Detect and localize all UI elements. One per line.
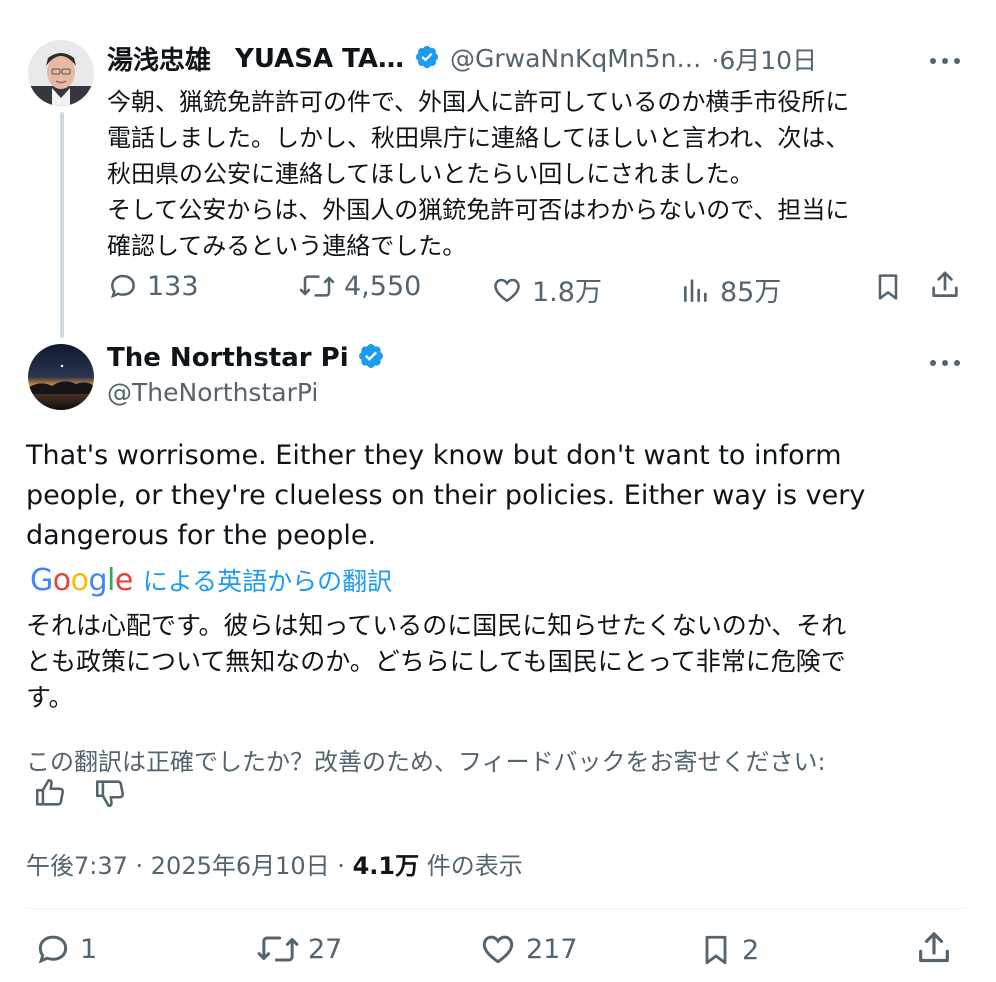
tweet1-author-name-latin[interactable]: YUASA TA… <box>235 44 404 74</box>
tweet2-bookmark-count: 2 <box>742 934 760 966</box>
tweet2-text-line: That's worrisome. Either they know but d… <box>26 440 842 471</box>
tweet2-retweet-count: 27 <box>308 933 343 965</box>
tweet1-views-button[interactable]: 85万 <box>680 270 781 309</box>
tweet1-author-name[interactable]: 湯浅忠雄 <box>107 40 211 77</box>
tweet2-retweet-button[interactable]: 27 <box>256 930 342 968</box>
tweet2-timestamp[interactable]: 午後7:37 · 2025年6月10日 · 4.1万 件の表示 <box>26 846 523 881</box>
translated-by-link[interactable]: による英語からの翻訳 <box>143 562 392 598</box>
tweet1-reply-count: 133 <box>147 270 199 302</box>
tweet1-date[interactable]: ·6月10日 <box>711 41 817 77</box>
translation-line: とも政策について無知なのか。どちらにしても国民にとって非常に危険で <box>26 647 846 676</box>
heart-icon <box>494 278 520 302</box>
retweet-arrows-icon <box>257 936 299 962</box>
tweet1-text-line: 今朝、猟銃免許許可の件で、外国人に許可しているのか横手市役所に <box>107 88 850 116</box>
tweet1-reply-button[interactable]: 133 <box>107 270 199 302</box>
google-logo: Google <box>30 562 133 598</box>
view-count-suffix: 件の表示 <box>426 852 523 880</box>
reply-bubble-icon <box>38 935 68 964</box>
divider <box>26 908 966 909</box>
bar-chart-icon <box>684 278 707 302</box>
thumbs-up-icon[interactable] <box>32 776 68 814</box>
tweet2-author-name[interactable]: The Northstar Pi <box>107 343 349 373</box>
tweet1-text-line: 電話しました。しかし、秋田県庁に連絡してほしいと言われ、次は、 <box>107 124 850 152</box>
bookmark-icon <box>705 935 727 965</box>
tweet1-share-button[interactable] <box>928 268 962 302</box>
translation-line: それは心配です。彼らは知っているのに国民に知らせたくないのか、それ <box>26 611 847 640</box>
timestamp-date: 午後7:37 · 2025年6月10日 · <box>26 852 345 880</box>
reply-bubble-icon <box>111 274 135 299</box>
tweet2-reply-button[interactable]: 1 <box>34 930 97 968</box>
translation-line: す。 <box>26 683 74 712</box>
tweet1-text-line: 確認してみるという連絡でした。 <box>107 232 467 260</box>
tweet2-body: That's worrisome. Either they know but d… <box>26 436 976 556</box>
view-count: 4.1万 <box>352 852 420 880</box>
tweet2-like-count: 217 <box>526 933 578 965</box>
tweet1-retweet-button[interactable]: 4,550 <box>298 270 421 302</box>
retweet-arrows-icon <box>299 275 335 297</box>
bookmark-icon <box>878 274 898 300</box>
verified-badge-icon <box>357 342 385 374</box>
tweet1-handle[interactable]: @GrwaNnKqMn5n… <box>450 44 701 73</box>
tweet2-header: The Northstar Pi <box>107 342 385 374</box>
tweet1-avatar[interactable] <box>28 40 94 106</box>
tweet2-share-button[interactable] <box>914 928 954 968</box>
tweet2-reply-count: 1 <box>80 933 98 965</box>
google-translate-attribution[interactable]: Google による英語からの翻訳 <box>30 562 392 598</box>
tweet1-retweet-count: 4,550 <box>344 270 422 302</box>
verified-badge-icon <box>414 44 440 74</box>
share-upload-icon <box>932 271 958 297</box>
tweet1-like-button[interactable]: 1.8万 <box>490 270 602 309</box>
tweet2-like-button[interactable]: 217 <box>478 930 578 968</box>
thread-connector-line <box>60 112 64 338</box>
tweet2-avatar[interactable] <box>28 344 94 410</box>
tweet2-text-line: people, or they're clueless on their pol… <box>26 480 866 511</box>
thumbs-down-icon[interactable] <box>92 776 128 814</box>
translated-text: それは心配です。彼らは知っているのに国民に知らせたくないのか、それ とも政策につ… <box>26 608 976 716</box>
tweet1-text-line: そして公安からは、外国人の猟銃免許可否はわからないので、担当に <box>107 196 850 224</box>
tweet1-header: 湯浅忠雄 YUASA TA… @GrwaNnKqMn5n… ·6月10日 <box>107 40 817 77</box>
tweet1-bookmark-button[interactable] <box>872 270 904 304</box>
tweet2-bookmark-button[interactable]: 2 <box>698 930 759 970</box>
tweet1-body: 今朝、猟銃免許許可の件で、外国人に許可しているのか横手市役所に 電話しました。し… <box>107 84 977 264</box>
tweet1-text-line: 秋田県の公安に連絡してほしいとたらい回しにされました。 <box>107 160 754 188</box>
share-upload-icon <box>919 932 949 963</box>
translation-feedback-prompt: この翻訳は正確でしたか？改善のため、フィードバックをお寄せください: <box>26 748 826 776</box>
tweet2-text-line: dangerous for the people. <box>26 520 377 551</box>
more-dots-icon[interactable] <box>930 360 960 366</box>
tweet2-handle[interactable]: @TheNorthstarPi <box>107 378 318 407</box>
heart-icon <box>482 935 514 964</box>
tweet1-view-count: 85万 <box>720 277 782 308</box>
more-dots-icon[interactable] <box>930 58 960 64</box>
tweet1-like-count: 1.8万 <box>532 277 602 308</box>
